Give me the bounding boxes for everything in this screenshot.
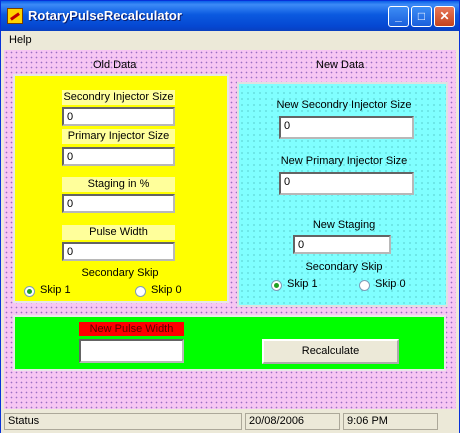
new-data-header: New Data [316, 59, 365, 71]
status-time: 9:06 PM [343, 413, 438, 430]
title-bar[interactable]: RotaryPulseRecalculator _ □ ✕ [1, 1, 459, 31]
old-primary-injector-label: Primary Injector Size [62, 129, 175, 144]
old-secondary-skip-label: Secondary Skip [81, 267, 159, 279]
old-data-panel: Secondry Injector Size 0 Primary Injecto… [13, 74, 229, 303]
new-primary-injector-label: New Primary Injector Size [280, 155, 408, 167]
new-data-panel: New Secondry Injector Size 0 New Primary… [237, 82, 448, 307]
close-button[interactable]: ✕ [434, 6, 455, 27]
old-skip0-radio[interactable] [135, 286, 146, 297]
new-staging-label: New Staging [312, 219, 376, 231]
old-staging-label: Staging in % [62, 177, 175, 192]
new-skip1-label[interactable]: Skip 1 [287, 278, 318, 290]
new-secondary-injector-input[interactable]: 0 [279, 116, 414, 139]
old-skip0-label[interactable]: Skip 0 [151, 284, 182, 296]
new-skip0-label[interactable]: Skip 0 [375, 278, 406, 290]
recalculate-button[interactable]: Recalculate [262, 339, 399, 364]
old-secondary-injector-input[interactable]: 0 [62, 107, 175, 126]
old-pulse-width-label: Pulse Width [62, 225, 175, 240]
menu-bar: Help [1, 31, 459, 49]
old-staging-input[interactable]: 0 [62, 194, 175, 213]
new-staging-input[interactable]: 0 [293, 235, 391, 254]
new-pulse-width-label: New Pulse Width [79, 322, 184, 336]
app-window: RotaryPulseRecalculator _ □ ✕ Help Old D… [0, 0, 460, 433]
menu-help[interactable]: Help [9, 34, 32, 46]
client-area: Old Data New Data Secondry Injector Size… [4, 50, 456, 409]
old-pulse-width-input[interactable]: 0 [62, 242, 175, 261]
old-primary-injector-input[interactable]: 0 [62, 147, 175, 166]
status-bar: Status 20/08/2006 9:06 PM [1, 411, 459, 433]
minimize-button[interactable]: _ [388, 6, 409, 27]
maximize-button[interactable]: □ [411, 6, 432, 27]
status-pane: Status [4, 413, 242, 430]
new-secondary-skip-label: Secondary Skip [305, 261, 383, 273]
new-primary-injector-input[interactable]: 0 [279, 172, 414, 195]
old-secondary-injector-label: Secondry Injector Size [62, 90, 175, 105]
result-panel: New Pulse Width Recalculate [13, 315, 446, 371]
old-skip1-radio[interactable] [24, 286, 35, 297]
status-date: 20/08/2006 [245, 413, 340, 430]
app-icon [7, 8, 23, 24]
old-skip1-label[interactable]: Skip 1 [40, 284, 71, 296]
new-secondary-injector-label: New Secondry Injector Size [276, 99, 412, 111]
new-skip0-radio[interactable] [359, 280, 370, 291]
new-pulse-width-output[interactable] [79, 339, 184, 363]
new-skip1-radio[interactable] [271, 280, 282, 291]
window-title: RotaryPulseRecalculator [28, 8, 182, 23]
old-data-header: Old Data [93, 59, 137, 71]
